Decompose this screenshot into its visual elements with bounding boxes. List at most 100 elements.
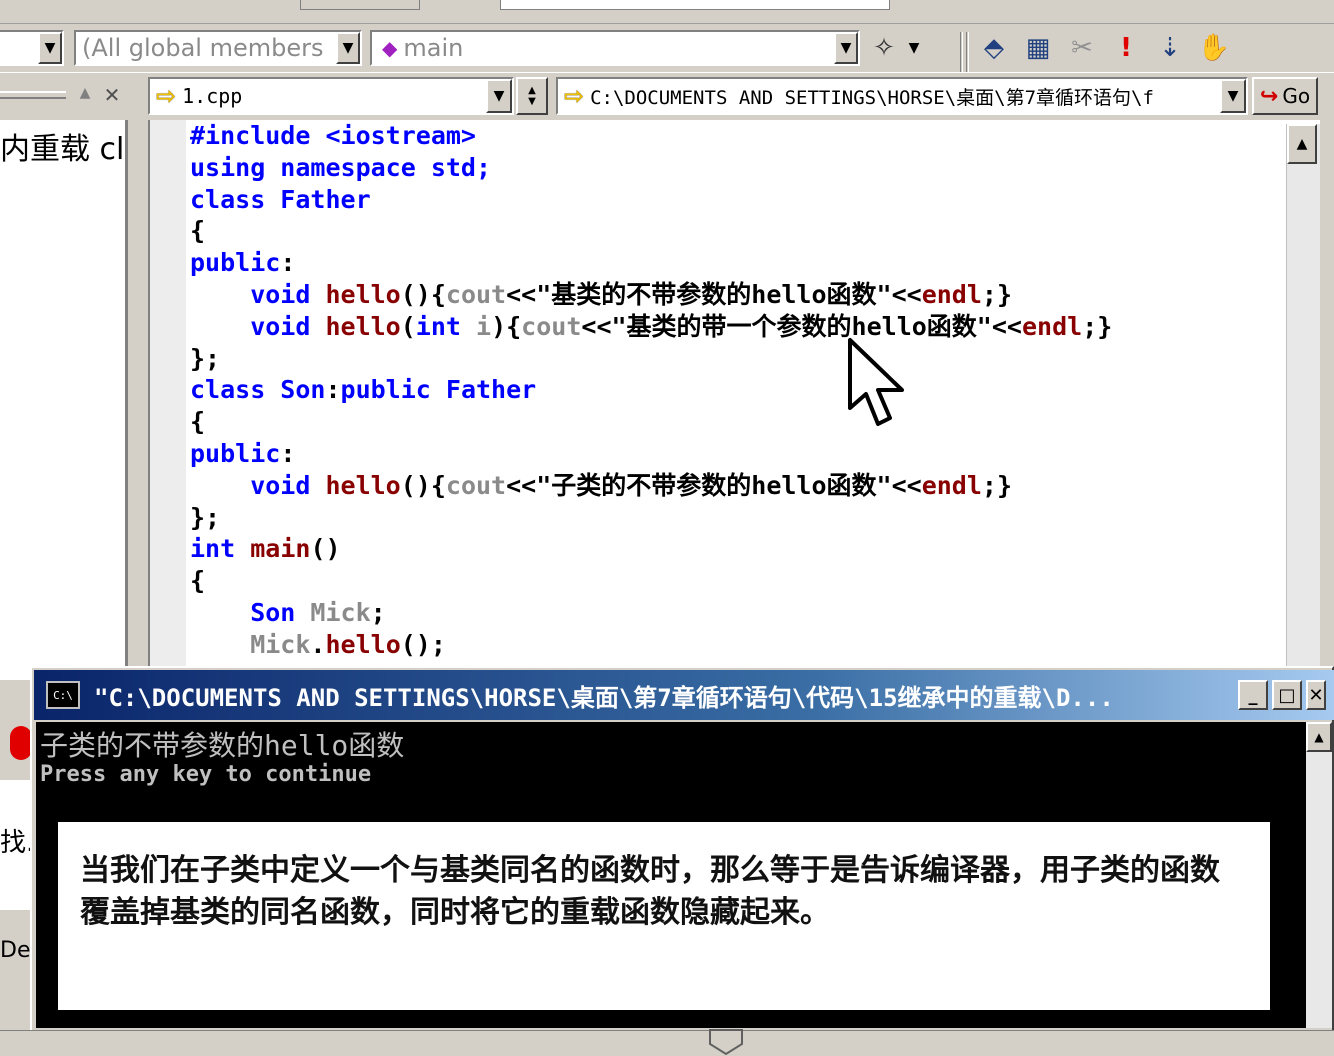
code-token: (){ [400, 470, 446, 500]
code-token: ; [370, 598, 386, 627]
close-button[interactable]: ✕ [1306, 680, 1326, 710]
workspace-panel [0, 120, 128, 680]
file-combo[interactable]: ⇨ 1.cpp ▼ [148, 77, 514, 115]
execute-icon[interactable]: ! [1108, 30, 1144, 66]
spin-up-icon[interactable]: ▲ [528, 85, 536, 96]
toolbar-combo-fragment-2[interactable] [500, 0, 890, 10]
members-combo-text: (All global members [82, 34, 324, 62]
code-token: int [415, 311, 461, 341]
console-icon: C:\ [46, 681, 80, 709]
code-token: endl [921, 280, 982, 309]
code-token: void [190, 280, 326, 309]
code-token: ){ [491, 311, 522, 341]
code-line[interactable]: { [190, 215, 205, 247]
code-token: <<"基类的带一个参数的hello函数"<< [581, 311, 1022, 341]
breakpoint-icon[interactable] [10, 726, 32, 760]
diamond-icon: ◆ [382, 36, 398, 60]
code-token: #include <iostream> [190, 121, 476, 150]
code-token: cout [445, 470, 507, 500]
code-token: class Son [190, 375, 326, 405]
code-token: int [190, 534, 251, 564]
chevron-down-icon[interactable]: ▼ [834, 32, 858, 64]
up-arrow-icon[interactable]: ▲ [74, 85, 96, 107]
slider-thumb-icon[interactable] [708, 1028, 744, 1056]
compile-icon[interactable]: ⬘ [976, 30, 1012, 66]
code-token: endl [921, 470, 982, 500]
code-line[interactable]: void hello(int i){cout<<"基类的带一个参数的hello函… [190, 311, 1112, 343]
code-line[interactable]: { [190, 406, 205, 438]
spin-down-icon[interactable]: ▼ [528, 96, 536, 107]
path-combo[interactable]: ⇨ C:\DOCUMENTS AND SETTINGS\HORSE\桌面\第7章… [556, 77, 1248, 115]
go-label: Go [1282, 84, 1311, 108]
chevron-down-icon[interactable]: ▼ [336, 32, 360, 64]
toolbar-combo-fragment[interactable] [300, 0, 420, 10]
console-output-line: Press any key to continue [40, 762, 372, 787]
scroll-up-icon[interactable]: ▲ [1287, 124, 1317, 164]
code-line[interactable]: class Father [190, 184, 371, 216]
class-combo[interactable]: ▼ [0, 30, 64, 66]
annotation-note: 当我们在子类中定义一个与基类同名的函数时，那么等于是告诉编译器，用子类的函数覆盖… [58, 822, 1270, 1010]
go-button[interactable]: ↪ Go [1252, 77, 1318, 115]
maximize-button[interactable]: □ [1272, 680, 1302, 710]
code-token: ;} [981, 470, 1013, 500]
bottom-scrollbar[interactable] [0, 1030, 1334, 1056]
code-line[interactable]: int main() [190, 533, 341, 565]
chevron-down-icon[interactable]: ▼ [1220, 79, 1246, 113]
code-line[interactable]: class Son:public Father [190, 374, 536, 406]
code-line[interactable]: using namespace std; [190, 152, 491, 184]
build-icon[interactable]: ▦ [1020, 30, 1056, 66]
code-token: public Father [340, 375, 537, 405]
go-debug-icon[interactable]: ⇣ [1152, 30, 1188, 66]
magic-wand-icon[interactable]: ✧ [866, 30, 902, 66]
editor-scrollbar[interactable]: ▲ [1286, 124, 1320, 680]
scroll-up-icon[interactable]: ▲ [1306, 722, 1332, 752]
code-token: cout [445, 280, 507, 309]
close-icon[interactable]: ✕ [100, 83, 124, 107]
code-token: { [190, 407, 206, 437]
code-line[interactable]: }; [190, 343, 220, 375]
code-token: }; [190, 343, 221, 373]
code-line[interactable]: #include <iostream> [190, 120, 476, 152]
code-line[interactable]: public: [190, 247, 295, 279]
code-token: main [250, 534, 311, 564]
stop-build-icon[interactable]: ✂ [1064, 30, 1100, 66]
code-token: ;} [981, 280, 1013, 309]
console-scrollbar[interactable]: ▲ [1306, 722, 1332, 1028]
members-combo[interactable]: (All global members ▼ [74, 30, 362, 66]
code-line[interactable]: Son Mick; [190, 597, 386, 629]
code-token: { [190, 566, 206, 596]
chevron-down-icon[interactable]: ▼ [902, 30, 926, 66]
code-token: hello [325, 470, 401, 500]
function-combo[interactable]: ◆ main ▼ [370, 30, 860, 66]
code-line[interactable]: void hello(){cout<<"基类的不带参数的hello函数"<<en… [190, 279, 1012, 311]
toolbar-separator [960, 32, 963, 72]
minimize-button[interactable]: _ [1238, 680, 1268, 710]
chevron-down-icon[interactable]: ▼ [38, 32, 62, 64]
code-token: <<"基类的不带参数的hello函数"<< [506, 280, 922, 309]
code-line[interactable]: Mick.hello(); [190, 629, 446, 661]
console-titlebar[interactable]: C:\ "C:\DOCUMENTS AND SETTINGS\HORSE\桌面\… [34, 670, 1334, 720]
code-token: : [280, 439, 296, 468]
code-line[interactable]: }; [190, 502, 220, 534]
code-token: Mick [190, 629, 311, 659]
code-token: }; [190, 502, 221, 532]
file-combo-text: 1.cpp [182, 84, 243, 108]
code-token: void [190, 311, 326, 341]
spinner[interactable]: ▲ ▼ [516, 77, 548, 115]
wizard-bar: ▼ (All global members ▼ ◆ main ▼ ✧ ▼ ⬘ ▦… [0, 24, 1334, 72]
code-token: <<"子类的不带参数的hello函数"<< [506, 470, 922, 500]
yellow-arrow-icon: ⇨ [156, 82, 177, 110]
breakpoint-hand-icon[interactable]: ✋ [1196, 30, 1232, 66]
code-token: Son [190, 598, 311, 627]
code-line[interactable]: public: [190, 438, 295, 470]
code-token: cout [521, 311, 582, 341]
chevron-down-icon[interactable]: ▼ [486, 79, 512, 113]
editor-gutter [150, 120, 186, 680]
workspace-item[interactable]: 内重载 cl [0, 124, 124, 168]
code-line[interactable]: void hello(){cout<<"子类的不带参数的hello函数"<<en… [190, 470, 1012, 502]
code-line[interactable]: { [190, 565, 205, 597]
top-toolbar [0, 0, 1334, 24]
code-token: hello [325, 311, 401, 341]
code-token: { [190, 216, 206, 246]
function-combo-text: main [403, 34, 464, 62]
